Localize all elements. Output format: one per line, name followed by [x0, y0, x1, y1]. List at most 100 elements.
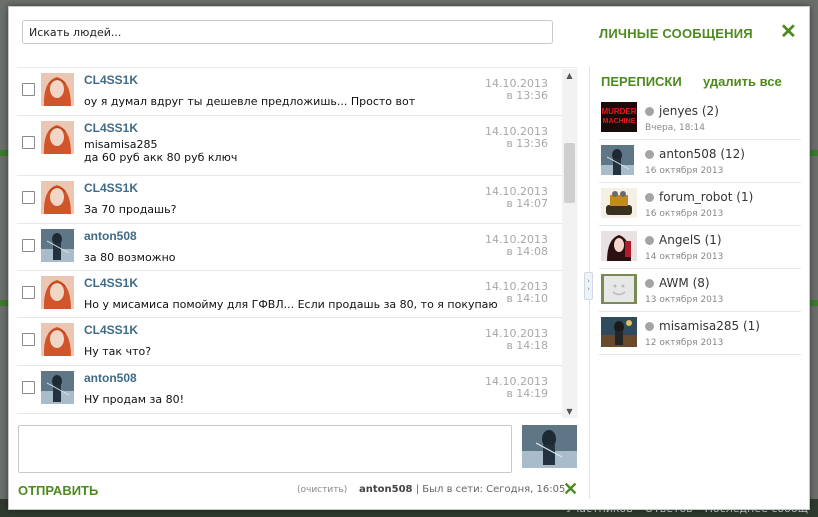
message-author[interactable]: anton508 — [84, 229, 137, 243]
conversations-title: ПЕРЕПИСКИ — [601, 74, 682, 89]
author-avatar[interactable] — [41, 181, 74, 214]
offline-status-icon — [645, 107, 654, 116]
message-input[interactable] — [18, 425, 512, 473]
conversation-item[interactable]: MURDER MACHINE jenyes (2) Вчера, 18:14 — [599, 97, 801, 140]
conversation-avatar — [601, 188, 637, 218]
message-checkbox[interactable] — [22, 83, 35, 96]
message-checkbox[interactable] — [22, 381, 35, 394]
conversation-name: AWM (8) — [659, 276, 710, 290]
message-checkbox[interactable] — [22, 136, 35, 149]
message-list: CL4SS1K оу я думал вдруг ты дешевле предл… — [17, 68, 562, 414]
conversation-item[interactable]: AWM (8) 13 октября 2013 — [599, 269, 801, 312]
message-datetime: 14.10.2013 в 14:19 — [485, 376, 548, 400]
message-checkbox[interactable] — [22, 286, 35, 299]
conversation-name: anton508 (12) — [659, 147, 745, 161]
close-icon[interactable]: ✕ — [780, 22, 797, 42]
conversation-list: MURDER MACHINE jenyes (2) Вчера, 18:14 anton… — [599, 97, 801, 355]
message-datetime: 14.10.2013 в 14:10 — [485, 281, 548, 305]
message-datetime: 14.10.2013 в 14:18 — [485, 328, 548, 352]
message-author[interactable]: CL4SS1K — [84, 121, 138, 135]
message-list-panel: CL4SS1K оу я думал вдруг ты дешевле предл… — [17, 67, 578, 420]
message-text: за 80 возможно — [84, 251, 176, 264]
message-time: в 14:10 — [506, 292, 548, 305]
message-row: CL4SS1K За 70 продашь? 14.10.2013 в 14:07 — [17, 176, 562, 224]
message-text: За 70 продашь? — [84, 203, 177, 216]
conversation-item[interactable]: AngelS (1) 14 октября 2013 — [599, 226, 801, 269]
conversation-name: AngelS (1) — [659, 233, 722, 247]
close-conversation-icon[interactable]: ✕ — [563, 480, 578, 498]
conversation-avatar — [601, 274, 637, 304]
conversation-date: 12 октября 2013 — [645, 338, 724, 348]
offline-status-icon — [645, 150, 654, 159]
message-datetime: 14.10.2013 в 13:36 — [485, 126, 548, 150]
message-author[interactable]: CL4SS1K — [84, 181, 138, 195]
conversation-item[interactable]: anton508 (12) 16 октября 2013 — [599, 140, 801, 183]
conversation-date: 16 октября 2013 — [645, 166, 724, 176]
conversation-date: 13 октября 2013 — [645, 295, 724, 305]
conversation-avatar — [601, 231, 637, 261]
message-datetime: 14.10.2013 в 14:08 — [485, 234, 548, 258]
author-avatar[interactable] — [41, 121, 74, 154]
message-text: НУ продам за 80! — [84, 393, 185, 406]
message-checkbox[interactable] — [22, 239, 35, 252]
scroll-thumb[interactable] — [564, 143, 575, 203]
message-row: CL4SS1K оу я думал вдруг ты дешевле предл… — [17, 68, 562, 116]
collapse-handle-icon[interactable]: › › — [584, 272, 593, 300]
conversation-item[interactable]: misamisa285 (1) 12 октября 2013 — [599, 312, 801, 355]
message-text: Ну так что? — [84, 345, 152, 358]
last-seen: | Был в сети: Сегодня, 16:05 — [415, 484, 566, 495]
offline-status-icon — [645, 236, 654, 245]
messages-modal: ЛИЧНЫЕ СООБЩЕНИЯ ✕ CL4SS1K оу я думал вдр… — [8, 6, 810, 510]
message-row: anton508 НУ продам за 80! 14.10.2013 в 14:1… — [17, 366, 562, 414]
message-author[interactable]: CL4SS1K — [84, 323, 138, 337]
message-text: Но у мисамиса помойму для ГФВЛ... Если п… — [84, 298, 498, 311]
conversation-avatar — [601, 317, 637, 347]
message-checkbox[interactable] — [22, 191, 35, 204]
author-avatar[interactable] — [41, 323, 74, 356]
message-time: в 13:36 — [506, 137, 548, 150]
message-text: оу я думал вдруг ты дешевле предложишь..… — [84, 95, 416, 108]
message-datetime: 14.10.2013 в 14:07 — [485, 186, 548, 210]
delete-all-link[interactable]: удалить все — [703, 74, 782, 89]
message-author[interactable]: CL4SS1K — [84, 276, 138, 290]
message-scrollbar[interactable]: ▲ ▼ — [562, 69, 577, 418]
message-time: в 13:36 — [506, 89, 548, 102]
author-avatar[interactable] — [41, 276, 74, 309]
message-text: misamisa285 да 60 руб акк 80 руб ключ — [84, 138, 238, 164]
message-row: anton508 за 80 возможно 14.10.2013 в 14:08 — [17, 224, 562, 271]
recipient-status: anton508 | Был в сети: Сегодня, 16:05 — [359, 484, 565, 495]
conversation-avatar: MURDER MACHINE — [601, 102, 637, 132]
author-avatar[interactable] — [41, 73, 74, 106]
conversation-avatar — [601, 145, 637, 175]
message-checkbox[interactable] — [22, 333, 35, 346]
my-avatar — [522, 425, 577, 468]
send-button[interactable]: ОТПРАВИТЬ — [18, 483, 98, 498]
offline-status-icon — [645, 322, 654, 331]
message-row: CL4SS1K misamisa285 да 60 руб акк 80 руб … — [17, 116, 562, 176]
message-time: в 14:07 — [506, 197, 548, 210]
author-avatar[interactable] — [41, 229, 74, 262]
author-avatar[interactable] — [41, 371, 74, 404]
conversation-name: jenyes (2) — [659, 104, 719, 118]
conversation-name: misamisa285 (1) — [659, 319, 760, 333]
message-time: в 14:08 — [506, 245, 548, 258]
message-row: CL4SS1K Но у мисамиса помойму для ГФВЛ...… — [17, 271, 562, 318]
modal-title: ЛИЧНЫЕ СООБЩЕНИЯ — [599, 26, 753, 41]
conversation-item[interactable]: forum_robot (1) 16 октября 2013 — [599, 183, 801, 226]
conversation-name: forum_robot (1) — [659, 190, 754, 204]
message-author[interactable]: CL4SS1K — [84, 73, 138, 87]
conversation-date: 14 октября 2013 — [645, 252, 724, 262]
conversation-date: Вчера, 18:14 — [645, 123, 705, 133]
scroll-up-icon[interactable]: ▲ — [562, 69, 577, 82]
message-row: CL4SS1K Ну так что? 14.10.2013 в 14:18 — [17, 318, 562, 366]
conversation-date: 16 октября 2013 — [645, 209, 724, 219]
message-time: в 14:19 — [506, 387, 548, 400]
recipient-name[interactable]: anton508 — [359, 484, 413, 495]
offline-status-icon — [645, 193, 654, 202]
scroll-down-icon[interactable]: ▼ — [562, 405, 577, 418]
message-author[interactable]: anton508 — [84, 371, 137, 385]
message-time: в 14:18 — [506, 339, 548, 352]
message-datetime: 14.10.2013 в 13:36 — [485, 78, 548, 102]
people-search-input[interactable] — [22, 20, 553, 44]
clear-link[interactable]: (очистить) — [297, 485, 347, 495]
